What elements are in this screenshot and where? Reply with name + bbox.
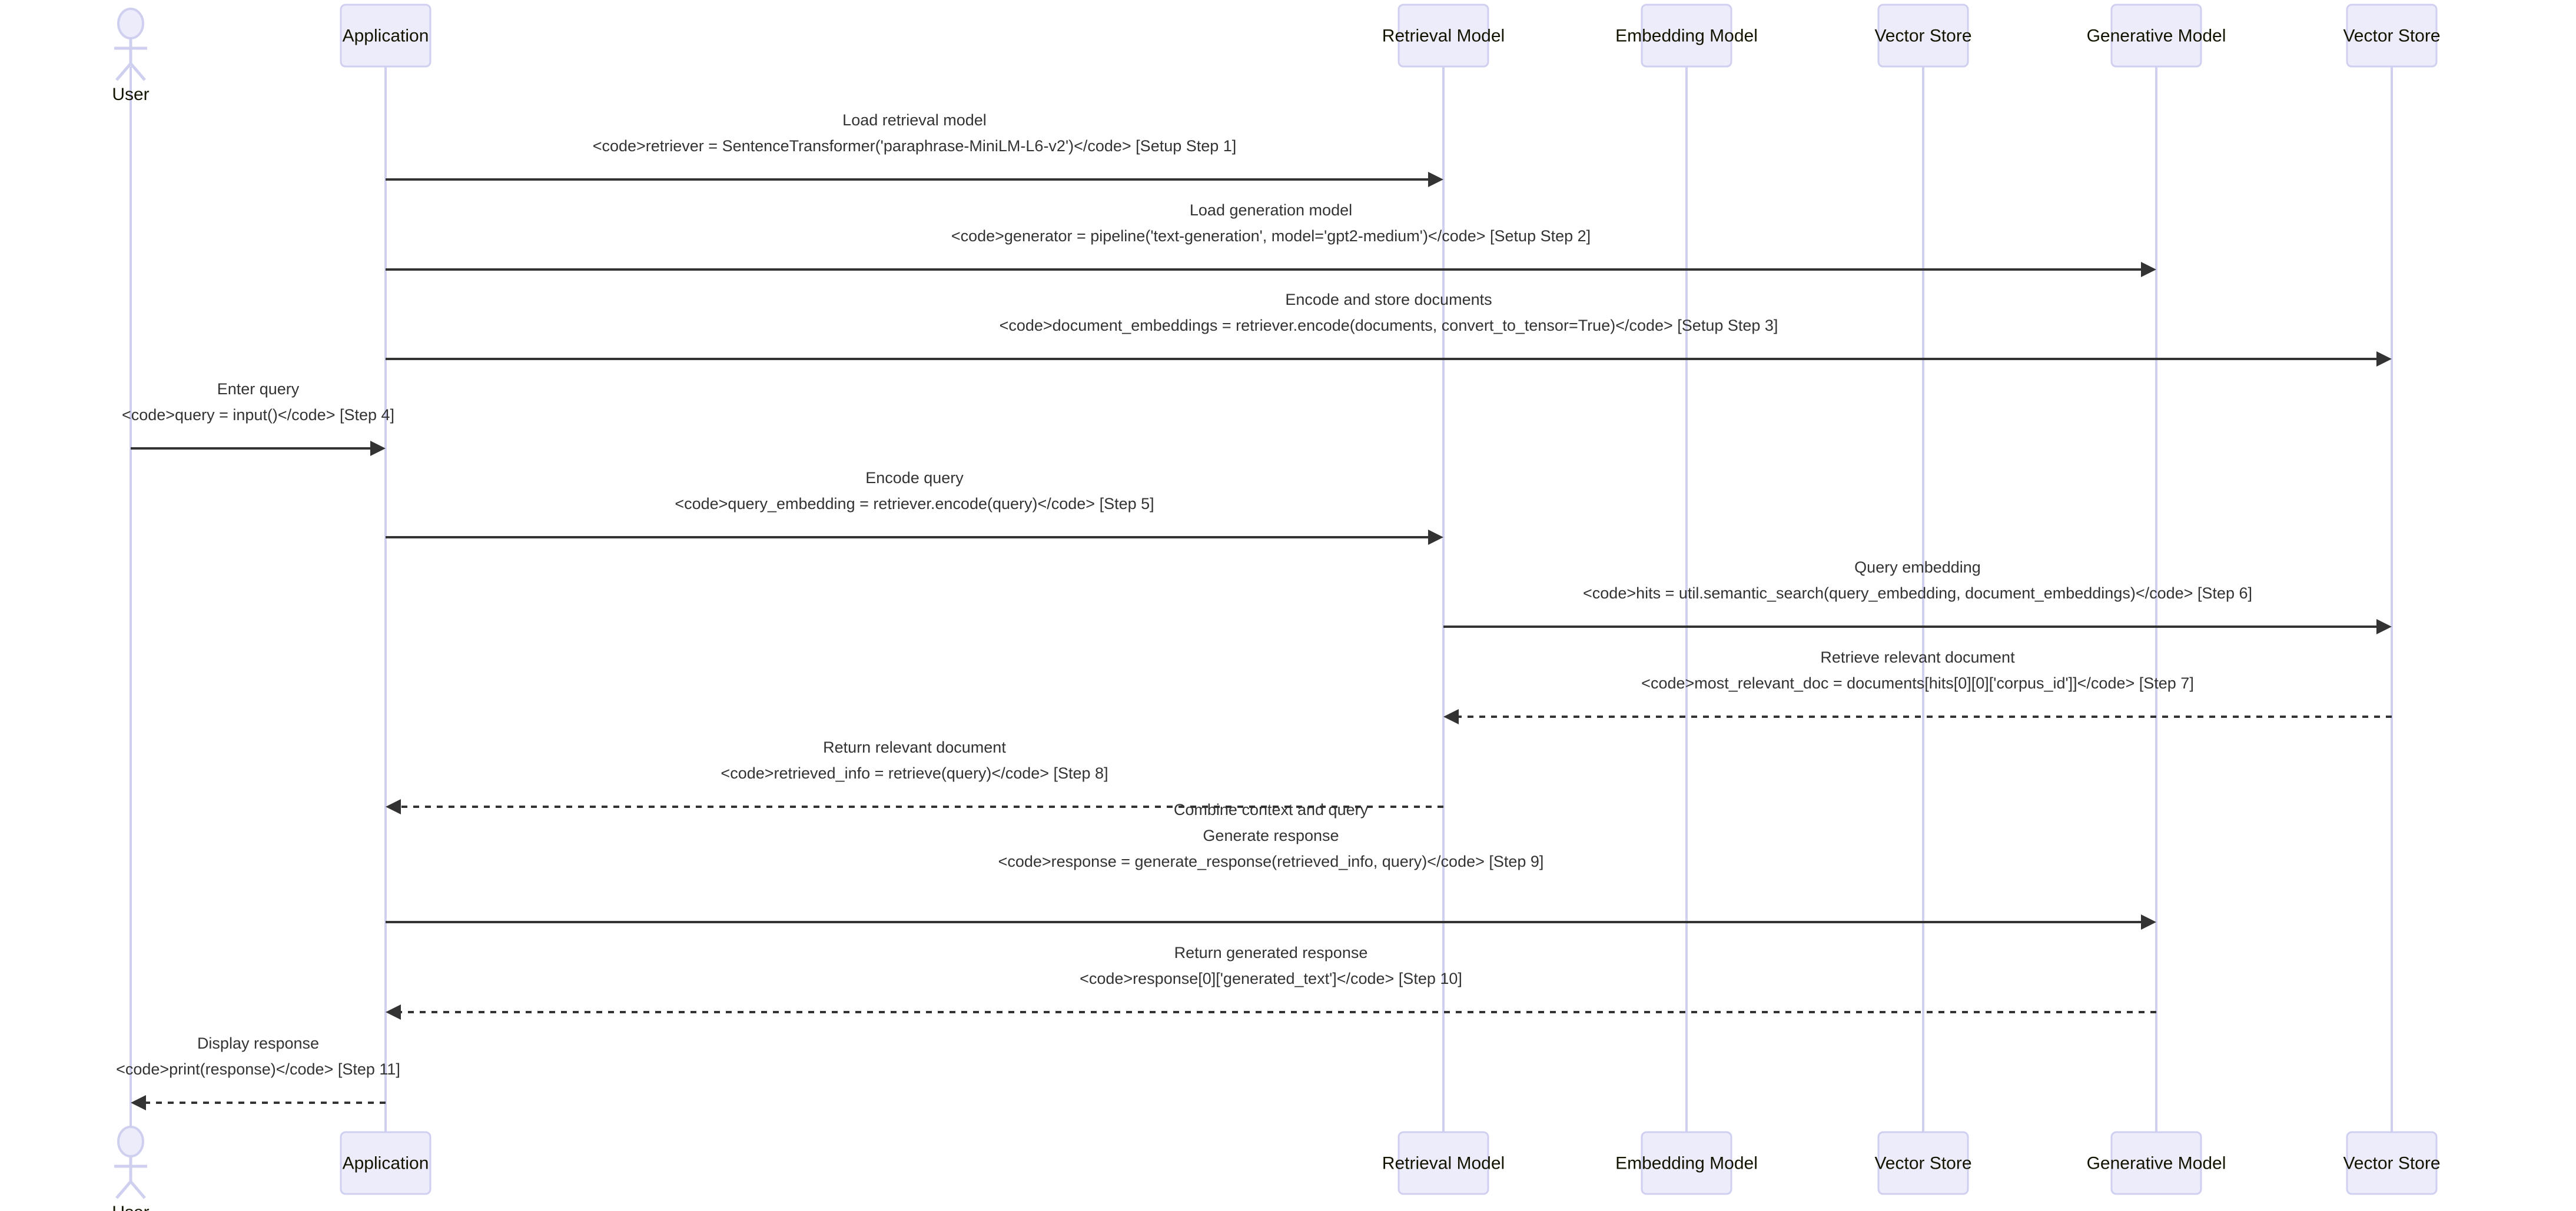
message-label-11-line-1: Display response xyxy=(197,1034,319,1052)
message-label-8-line-1: Return relevant document xyxy=(823,738,1006,756)
message-9: Combine context and query Generate respon… xyxy=(386,801,2156,930)
message-label-3-line-2: <code>document_embeddings = retriever.en… xyxy=(1000,317,1778,334)
participant-label-vectorstore: Vector Store xyxy=(1874,1153,1971,1173)
message-label-4-line-2: <code>query = input()</code> [Step 4] xyxy=(122,406,394,424)
participant-retrieval-bottom[interactable]: Retrieval Model xyxy=(1382,1131,1505,1195)
arrowhead-6 xyxy=(2376,619,2392,634)
arrowhead-5 xyxy=(1428,530,1443,545)
actor-user-bottom[interactable]: User xyxy=(112,1126,150,1211)
message-label-9-line-2: Generate response xyxy=(1203,827,1339,844)
actor-body-icon xyxy=(114,1156,147,1199)
message-label-1-line-2: <code>retriever = SentenceTransformer('p… xyxy=(593,137,1237,155)
participant-label-embedding: Embedding Model xyxy=(1615,26,1758,45)
message-label-5-line-1: Encode query xyxy=(865,469,964,487)
participant-label-vectorstore2: Vector Store xyxy=(2343,26,2440,45)
sequence-diagram-canvas: User User Application Application Retrieval … xyxy=(112,4,2441,1211)
message-1: Load retrieval model <code>retriever = Se… xyxy=(386,111,1443,187)
participant-label-application: Application xyxy=(343,1153,429,1173)
message-label-9-line-1: Combine context and query xyxy=(1174,801,1369,819)
message-label-10-line-2: <code>response[0]['generated_text']</cod… xyxy=(1080,970,1462,987)
message-label-10-line-1: Return generated response xyxy=(1174,944,1368,962)
participant-label-vectorstore: Vector Store xyxy=(1874,26,1971,45)
message-label-7-line-1: Retrieve relevant document xyxy=(1820,648,2015,666)
participant-label-application: Application xyxy=(343,26,429,45)
message-label-2-line-1: Load generation model xyxy=(1190,201,1352,219)
message-6: Query embedding <code>hits = util.semanti… xyxy=(1443,558,2392,634)
participant-generative-top[interactable]: Generative Model xyxy=(2087,4,2226,68)
message-3: Encode and store documents <code>document… xyxy=(386,291,2392,367)
message-label-9-line-3: <code>response = generate_response(retri… xyxy=(998,853,1544,870)
arrowhead-4 xyxy=(370,441,386,456)
message-10: Return generated response <code>response[… xyxy=(386,944,2156,1020)
participant-application-bottom[interactable]: Application xyxy=(340,1131,431,1195)
participant-label-retrieval: Retrieval Model xyxy=(1382,1153,1505,1173)
participant-vectorstore-top[interactable]: Vector Store xyxy=(1874,4,1972,68)
participant-generative-bottom[interactable]: Generative Model xyxy=(2087,1131,2226,1195)
arrowhead-11 xyxy=(131,1095,146,1110)
message-label-3-line-1: Encode and store documents xyxy=(1285,291,1492,308)
participant-label-retrieval: Retrieval Model xyxy=(1382,26,1505,45)
message-label-6-line-2: <code>hits = util.semantic_search(query_… xyxy=(1583,584,2252,602)
participant-vectorstore2-top[interactable]: Vector Store xyxy=(2343,4,2441,68)
arrowhead-7 xyxy=(1443,709,1459,724)
arrowhead-9 xyxy=(2141,914,2156,930)
participant-label-generative: Generative Model xyxy=(2087,26,2226,45)
participant-label-embedding: Embedding Model xyxy=(1615,1153,1758,1173)
arrowhead-8 xyxy=(386,799,401,814)
participant-embedding-top[interactable]: Embedding Model xyxy=(1615,4,1758,68)
participant-vectorstore2-bottom[interactable]: Vector Store xyxy=(2343,1131,2441,1195)
message-label-4-line-1: Enter query xyxy=(217,380,300,398)
participant-vectorstore-bottom[interactable]: Vector Store xyxy=(1874,1131,1972,1195)
message-label-8-line-2: <code>retrieved_info = retrieve(query)</… xyxy=(721,764,1108,782)
message-label-7-line-2: <code>most_relevant_doc = documents[hits… xyxy=(1641,674,2194,692)
participant-label-generative: Generative Model xyxy=(2087,1153,2226,1173)
message-11: Display response <code>print(response)</c… xyxy=(116,1034,400,1110)
message-label-1-line-1: Load retrieval model xyxy=(842,111,987,129)
actor-label-user: User xyxy=(112,1203,149,1211)
actor-label-user: User xyxy=(112,85,149,104)
message-7: Retrieve relevant document <code>most_rel… xyxy=(1443,648,2392,724)
message-label-2-line-2: <code>generator = pipeline('text-generat… xyxy=(951,227,1591,245)
arrowhead-2 xyxy=(2141,262,2156,277)
message-label-11-line-2: <code>print(response)</code> [Step 11] xyxy=(116,1060,400,1078)
message-4: Enter query <code>query = input()</code> … xyxy=(122,380,394,456)
message-2: Load generation model <code>generator = p… xyxy=(386,201,2156,277)
actor-user-top[interactable]: User xyxy=(112,8,150,104)
participant-retrieval-top[interactable]: Retrieval Model xyxy=(1382,4,1505,68)
participant-application-top[interactable]: Application xyxy=(340,4,431,68)
arrowhead-1 xyxy=(1428,172,1443,187)
message-label-5-line-2: <code>query_embedding = retriever.encode… xyxy=(675,495,1154,513)
messages-layer: Load retrieval model <code>retriever = Se… xyxy=(116,111,2392,1110)
participants-layer: User User Application Application Retrieval … xyxy=(112,4,2441,1211)
arrowhead-10 xyxy=(386,1004,401,1020)
message-5: Encode query <code>query_embedding = retr… xyxy=(386,469,1443,545)
participant-label-vectorstore2: Vector Store xyxy=(2343,1153,2440,1173)
participant-embedding-bottom[interactable]: Embedding Model xyxy=(1615,1131,1758,1195)
arrowhead-3 xyxy=(2376,351,2392,367)
message-label-6-line-1: Query embedding xyxy=(1854,558,1981,576)
